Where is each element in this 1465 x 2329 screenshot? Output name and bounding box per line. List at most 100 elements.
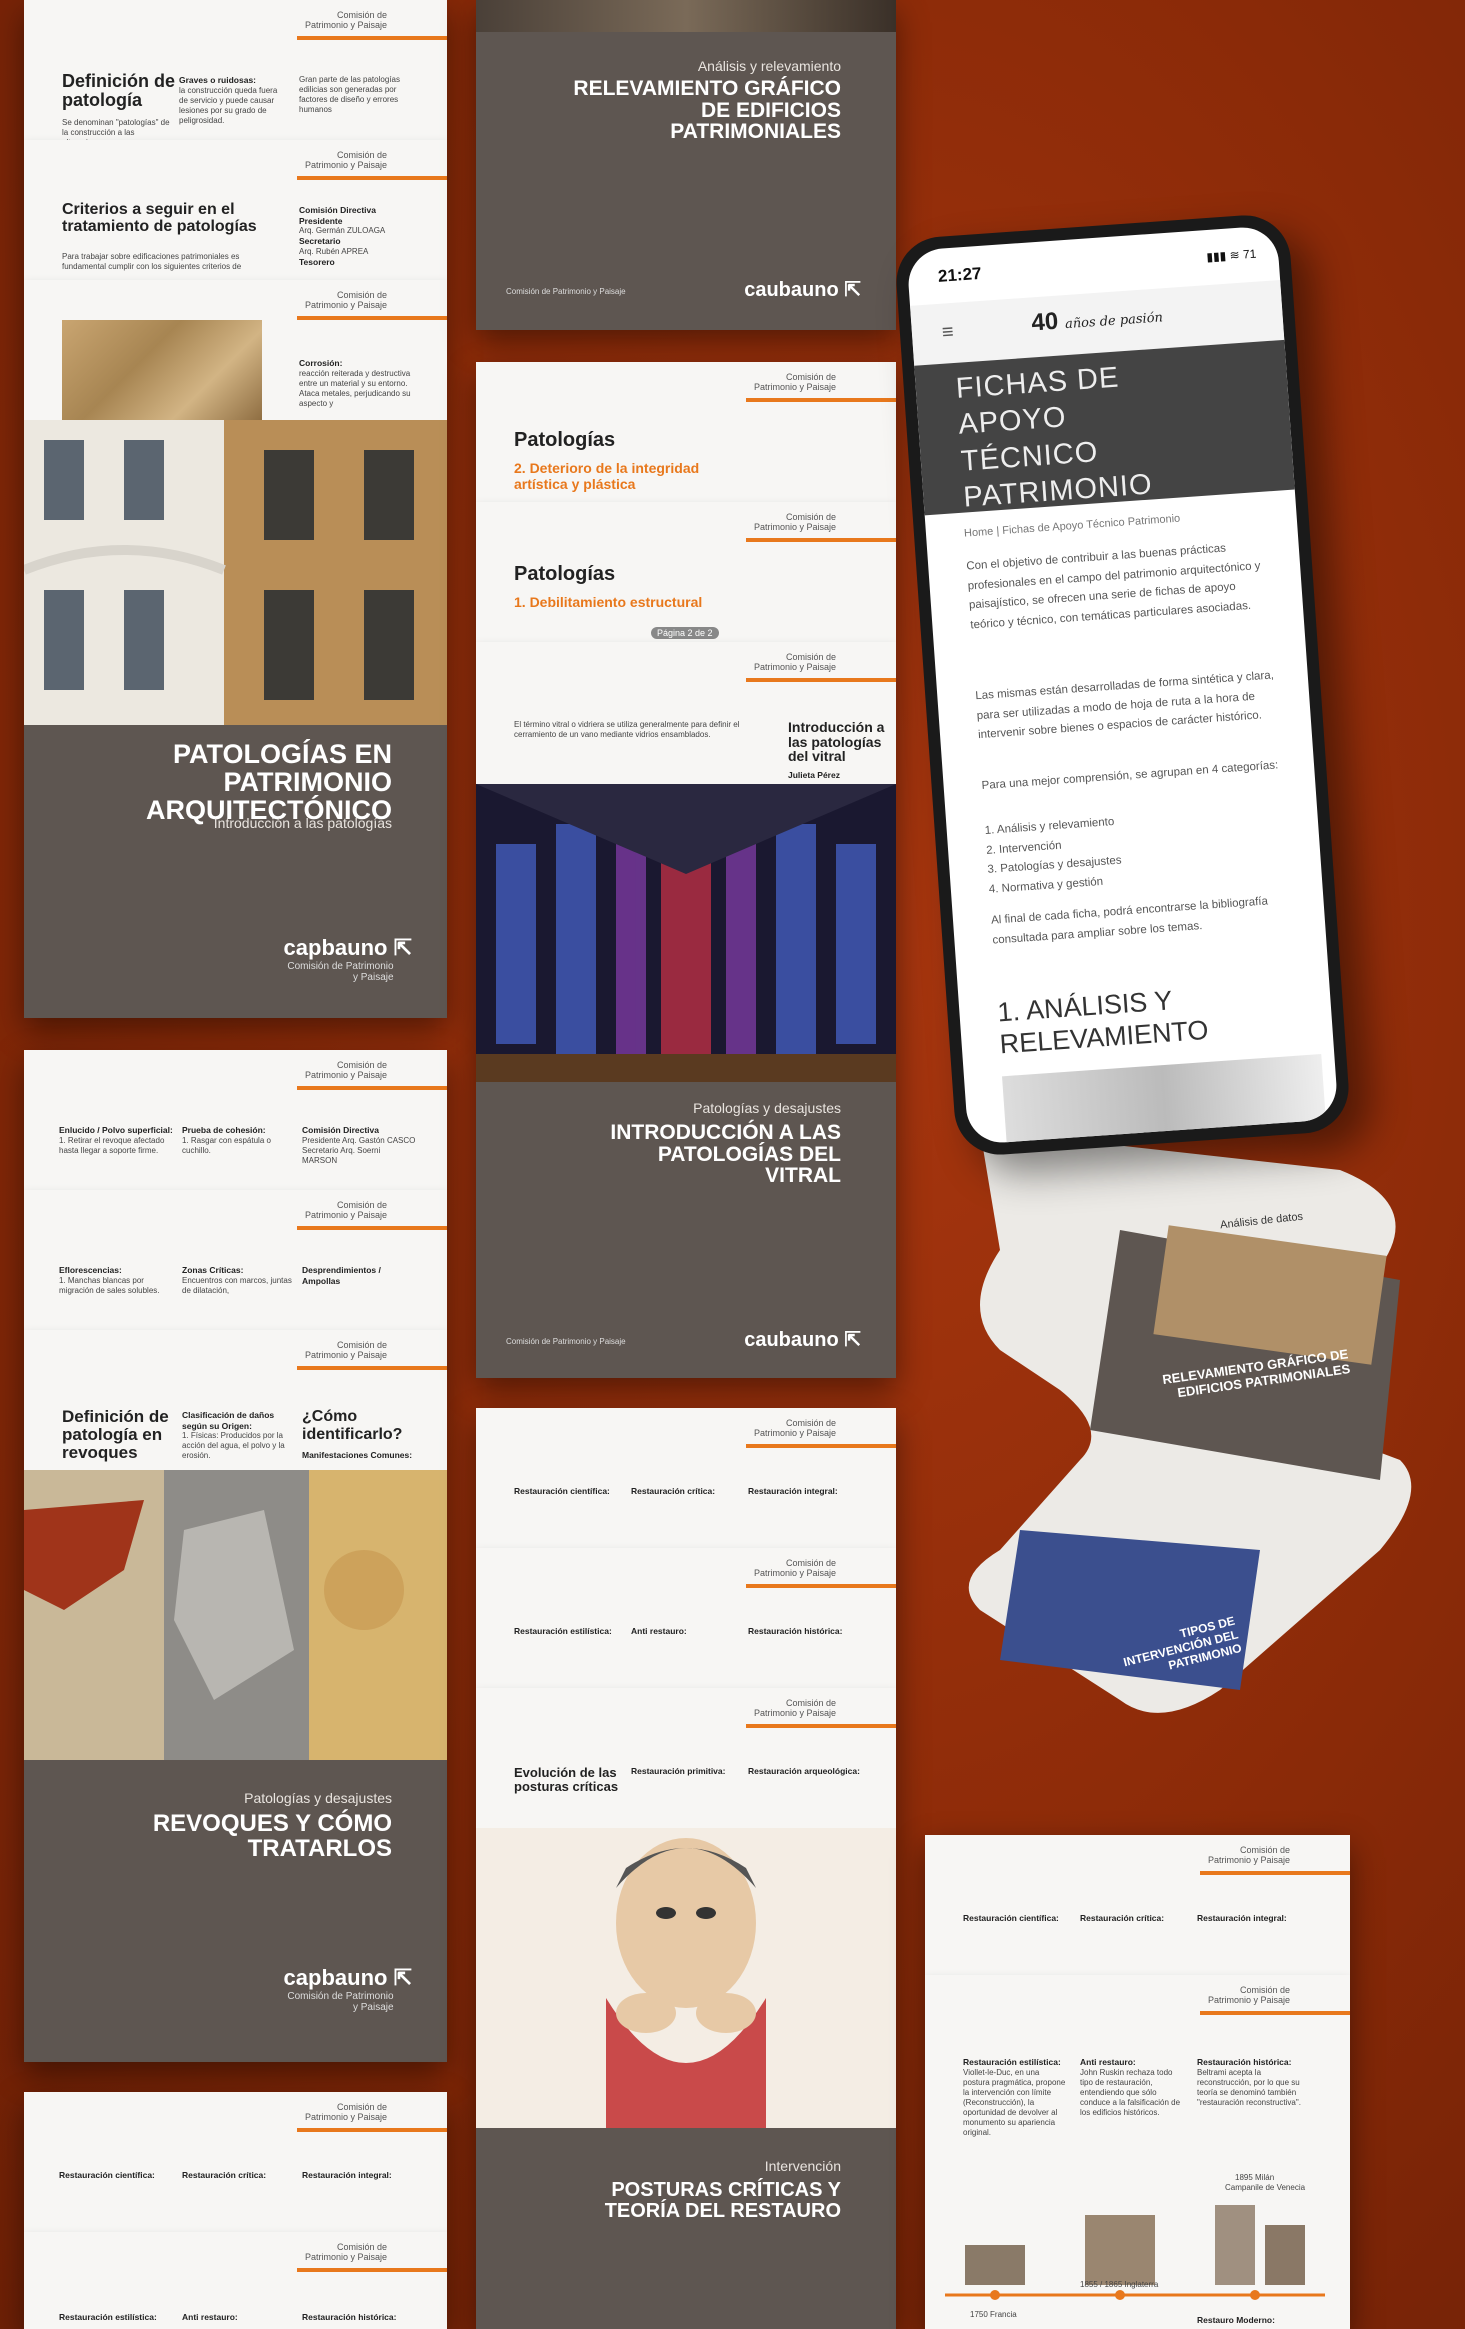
- cover-category: Patologías y desajustes: [693, 1100, 841, 1116]
- org-accent-line: [297, 36, 447, 40]
- sheet-restauracion-1: Comisión de Patrimonio y Paisaje Restaur…: [476, 1408, 896, 1549]
- cover-title: INTRODUCCIÓN A LAS PATOLOGÍAS DEL VITRAL: [610, 1121, 841, 1188]
- phone-screen[interactable]: 21:27 ▮▮▮ ≋ 71 ≡ 40 años de pasión FICHA…: [906, 225, 1339, 1145]
- sheet-title: Evolución de las posturas críticas: [514, 1765, 619, 1794]
- sheet-title: Patologías: [514, 563, 616, 585]
- sheet-col-2: Restauración crítica:: [631, 1486, 716, 1496]
- timeline-label-3b: Campanile de Venecia: [1225, 2183, 1306, 2192]
- sheet-col-2: Anti restauro:: [182, 2312, 238, 2322]
- sheet-patologias-1: Comisión de Patrimonio y Paisaje Patolog…: [476, 502, 896, 643]
- status-icons: ▮▮▮ ≋ 71: [1205, 246, 1257, 265]
- building-photo: [24, 420, 447, 725]
- sheet-restauracion-2: Comisión de Patrimonio y Paisaje Restaur…: [476, 1548, 896, 1689]
- org-label: Comisión de Patrimonio y Paisaje: [304, 2102, 387, 2123]
- brand-logo: capbauno ⇱ Comisión de Patrimonio y Paisa…: [283, 1965, 412, 2013]
- stained-glass: [476, 784, 896, 1082]
- breadcrumb[interactable]: Home | Fichas de Apoyo Técnico Patrimoni…: [964, 513, 1181, 540]
- org-accent-line: [297, 1366, 447, 1370]
- status-time: 21:27: [937, 263, 983, 286]
- timeline-label-2: 1855 / 1865 Inglaterra: [1080, 2280, 1159, 2289]
- org-accent-line: [746, 1724, 896, 1728]
- sheet-col-2: Anti restauro:: [631, 1626, 687, 1636]
- sheet-col-2: Clasificación de daños según su Origen: 1…: [182, 1410, 285, 1461]
- site-logo[interactable]: 40 años de pasión: [1031, 300, 1164, 337]
- cover-revoques: Patologías y desajustes REVOQUES Y CÓMO …: [24, 1760, 447, 2062]
- sheet-criterios: Comisión de Patrimonio y Paisaje Criteri…: [24, 140, 447, 281]
- caricature: [606, 1838, 766, 2128]
- sheet-col-2: Zonas Críticas: Encuentros con marcos, ju…: [182, 1265, 292, 1295]
- intro-paragraph-1: Con el objetivo de contribuir a las buen…: [965, 542, 1261, 632]
- page-hero: FICHAS DE APOYO TÉCNICO PATRIMONIO: [914, 339, 1295, 516]
- fichas-stack-restauracion-left[interactable]: Comisión de Patrimonio y Paisaje Restaur…: [24, 2092, 447, 2329]
- fichas-stack-restauracion-right[interactable]: Comisión de Patrimonio y Paisaje Restaur…: [925, 1835, 1350, 2329]
- sheet-col-3: Desprendimientos / Ampollas: [302, 1265, 381, 1286]
- sheet-subtitle: 1. Debilitamiento estructural: [514, 594, 703, 610]
- sheet-body: Para trabajar sobre edificaciones patrim…: [62, 252, 242, 271]
- org-label: Comisión de Patrimonio y Paisaje: [304, 290, 387, 311]
- timeline-label-3: 1895 Milán: [1235, 2173, 1275, 2182]
- cover-category: Intervención: [764, 2158, 841, 2174]
- brand-logo: caubauno ⇱: [744, 279, 861, 301]
- desk-photo: [476, 0, 896, 32]
- vitral-photo: [476, 784, 896, 1082]
- sheet-definicion-revoques: Comisión de Patrimonio y Paisaje Definic…: [24, 1330, 447, 1471]
- org-label: Comisión de Patrimonio y Paisaje: [753, 1558, 836, 1579]
- scroll-ribbon: RELEVAMIENTO GRÁFICO DE EDIFICIOS PATRIM…: [960, 1130, 1430, 1730]
- cover-posturas: Intervención POSTURAS CRÍTICAS Y TEORÍA …: [476, 2128, 896, 2329]
- sheet-restauracion-detail: Comisión de Patrimonio y Paisaje Restaur…: [925, 1975, 1350, 2329]
- cover-relevamiento-card[interactable]: Análisis y relevamiento RELEVAMIENTO GRÁ…: [476, 0, 896, 330]
- cover-patologias: PATOLOGÍAS EN PATRIMONIO ARQUITECTÓNICO …: [24, 725, 447, 1018]
- section-thumbnail[interactable]: [1002, 1054, 1327, 1145]
- org-accent-line: [746, 1584, 896, 1588]
- brand-logo: caubauno ⇱: [744, 1329, 861, 1351]
- sheet-author: Julieta Pérez: [788, 770, 840, 780]
- sheet-col-3: Restauración integral:: [748, 1486, 838, 1496]
- sheet-col-3: Restauración histórica:: [748, 1626, 843, 1636]
- hamburger-menu-icon[interactable]: ≡: [941, 321, 954, 345]
- sheet-eflorescencias: Comisión de Patrimonio y Paisaje Eflores…: [24, 1190, 447, 1331]
- sheet-vitral: Comisión de Patrimonio y Paisaje El térm…: [476, 642, 896, 785]
- sheet-col-4: Restauro Moderno:: [1197, 2315, 1275, 2325]
- fichas-stack-patologias[interactable]: Comisión de Patrimonio y Paisaje Definic…: [24, 0, 447, 1018]
- revoque-textures-photo: [24, 1470, 447, 1760]
- sheet-col-1: Eflorescencias: 1. Manchas blancas por mi…: [59, 1265, 160, 1295]
- intro-paragraph-3: Para una mejor comprensión, se agrupan e…: [981, 759, 1279, 793]
- org-accent-line: [746, 538, 896, 542]
- cover-subtitle: Introducción a las patologías: [213, 815, 392, 831]
- sheet-col-1: Restauración estilística:: [59, 2312, 157, 2322]
- fichas-stack-restauro[interactable]: Comisión de Patrimonio y Paisaje Restaur…: [476, 1408, 896, 2329]
- org-accent-line: [1200, 1871, 1350, 1875]
- org-label: Comisión de Patrimonio y Paisaje: [753, 372, 836, 393]
- sheet-subtitle: 2. Deterioro de la integridad artística …: [514, 460, 700, 492]
- sheet-restauracion-1: Comisión de Patrimonio y Paisaje Restaur…: [24, 2092, 447, 2233]
- sheet-col-1: Restauración estilística: Viollet-le-Duc,…: [963, 2057, 1066, 2137]
- org-label: Comisión de Patrimonio y Paisaje: [753, 1698, 836, 1719]
- sheet-title: Patologías: [514, 429, 616, 451]
- sheet-col-1: Restauración estilística:: [514, 1626, 612, 1636]
- sheet-col-corrosion: Corrosión: reacción reiterada y destructi…: [299, 358, 411, 408]
- sheet-col-3: Comisión Directiva Presidente Arq. Gastón…: [302, 1125, 416, 1165]
- sheet-col-3: Restauración histórica:: [302, 2312, 397, 2322]
- org-accent-line: [297, 2268, 447, 2272]
- fichas-stack-vitral[interactable]: Comisión de Patrimonio y Paisaje Patolog…: [476, 362, 896, 1378]
- category-list: 1. Análisis y relevamiento 2. Intervenci…: [984, 801, 1292, 900]
- org-accent-line: [746, 398, 896, 402]
- sheet-title: Definición de patología en revoques: [62, 1407, 169, 1462]
- org-label: Comisión de Patrimonio y Paisaje: [1207, 1845, 1290, 1866]
- org-accent-line: [297, 1086, 447, 1090]
- sheet-col-2: Gran parte de las patologías edilicias s…: [299, 75, 400, 114]
- cover-title: REVOQUES Y CÓMO TRATARLOS: [152, 1810, 392, 1862]
- org-accent-line: [297, 2128, 447, 2132]
- fichas-stack-revoques[interactable]: Comisión de Patrimonio y Paisaje Enlucid…: [24, 1050, 447, 2062]
- org-label: Comisión de Patrimonio y Paisaje: [304, 1060, 387, 1081]
- sheet-col-1: Restauración científica:: [963, 1913, 1059, 1923]
- org-label: Comisión de Patrimonio y Paisaje: [304, 1340, 387, 1361]
- cover-relevamiento: Análisis y relevamiento RELEVAMIENTO GRÁ…: [476, 32, 896, 330]
- org-accent-line: [1200, 2011, 1350, 2015]
- sheet-title: Definición de patología: [62, 71, 176, 110]
- sheet-title: Introducción a las patologías del vitral: [788, 719, 885, 765]
- org-label: Comisión de Patrimonio y Paisaje: [753, 512, 836, 533]
- intro-paragraph-4: Al final de cada ficha, podrá encontrars…: [990, 895, 1269, 947]
- org-label: Comisión de Patrimonio y Paisaje: [753, 1418, 836, 1439]
- sheet-col-2: Restauración primitiva:: [631, 1766, 726, 1776]
